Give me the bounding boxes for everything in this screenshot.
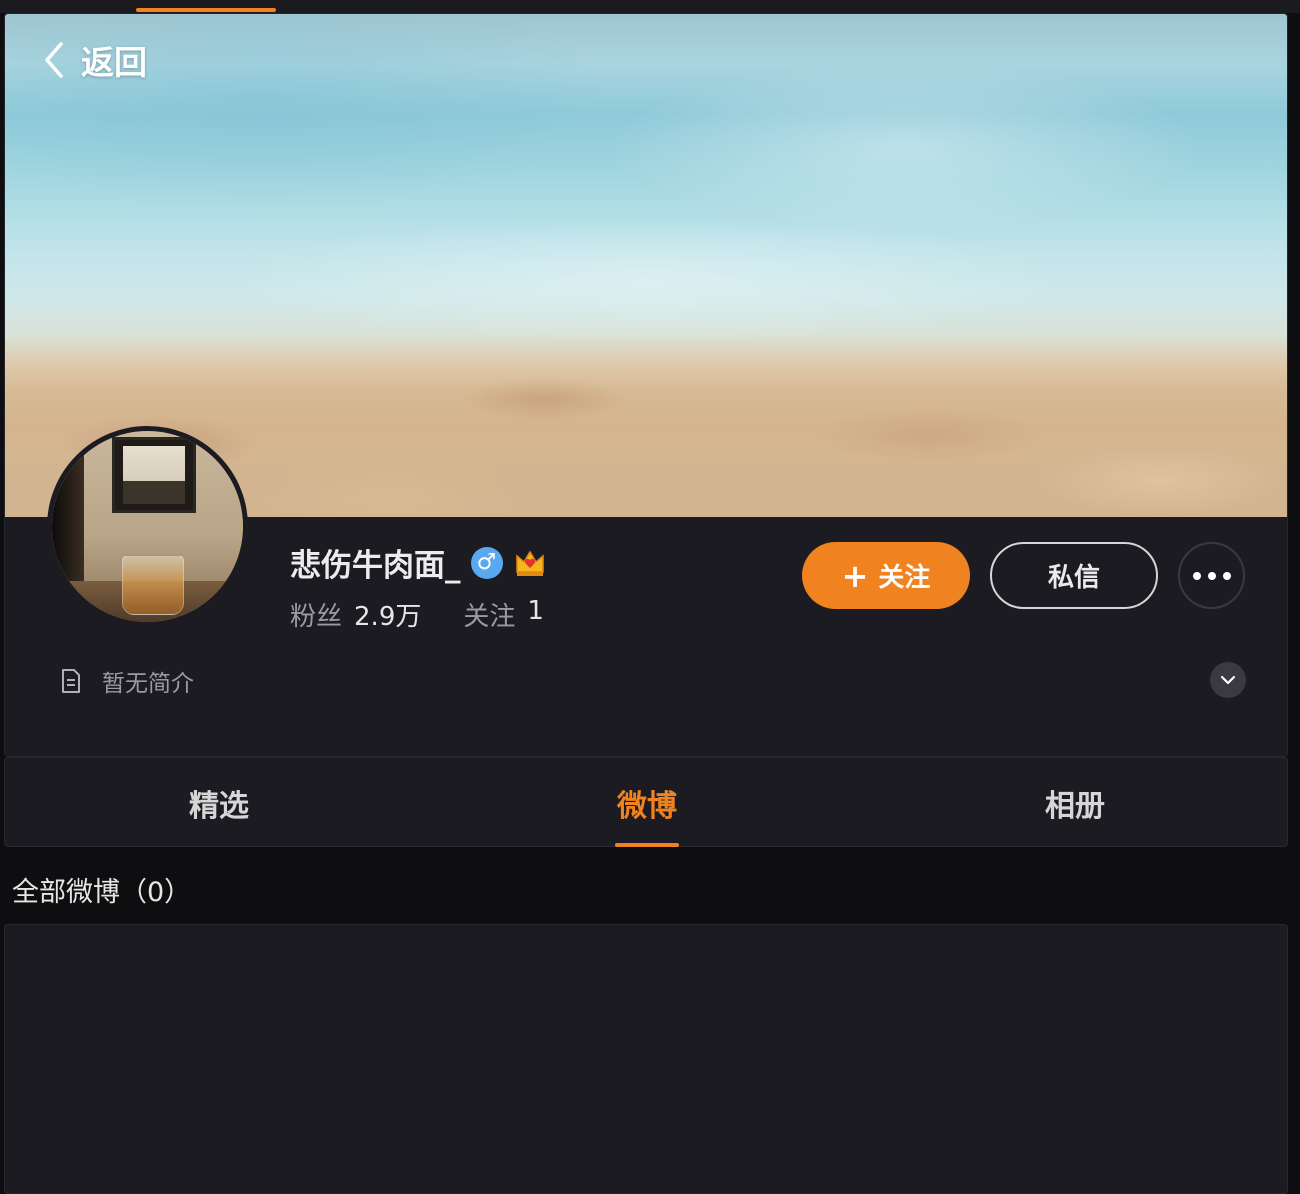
feed-panel	[4, 924, 1288, 1194]
feed-title: 全部微博（0）	[12, 877, 192, 908]
tab-album[interactable]: 相册	[861, 758, 1289, 848]
following-label: 关注	[463, 602, 516, 632]
document-icon	[62, 669, 80, 693]
chevron-left-icon	[45, 42, 63, 78]
tab-label: 微博	[617, 789, 677, 824]
avatar[interactable]	[47, 426, 248, 627]
chevron-down-icon	[1220, 675, 1236, 685]
expand-bio-button[interactable]	[1210, 662, 1246, 698]
following-stat[interactable]: 关注 1	[463, 596, 544, 633]
more-dot-icon	[1192, 571, 1201, 580]
bio-text: 暂无简介	[102, 671, 194, 697]
tab-featured[interactable]: 精选	[5, 758, 433, 848]
follow-label: 关注	[878, 563, 931, 593]
plus-icon: +	[841, 556, 869, 595]
back-button[interactable]: 返回	[41, 40, 147, 82]
active-tab-underline	[615, 843, 679, 847]
back-label: 返回	[81, 43, 147, 82]
followers-label: 粉丝	[290, 602, 343, 632]
top-tab-indicator	[136, 8, 276, 12]
follow-button[interactable]: + 关注	[802, 542, 970, 609]
avatar-poster	[123, 446, 185, 504]
followers-stat[interactable]: 粉丝 2.9万	[290, 596, 421, 633]
followers-value: 2.9万	[354, 602, 422, 632]
following-value: 1	[527, 596, 544, 626]
tab-label: 精选	[189, 789, 249, 824]
profile-card: 返回	[4, 13, 1288, 757]
bio-row: 暂无简介	[60, 664, 194, 698]
tab-weibo[interactable]: 微博	[433, 758, 861, 848]
user-name: 悲伤牛肉面_	[290, 548, 461, 584]
avatar-glass	[122, 555, 184, 615]
cover-sea	[5, 14, 1287, 346]
more-dot-icon	[1207, 571, 1216, 580]
more-dot-icon	[1222, 571, 1231, 580]
crown-icon	[515, 550, 544, 576]
top-tab-strip	[0, 0, 1300, 13]
profile-tabs: 精选 微博 相册	[4, 757, 1288, 847]
stats-row: 粉丝 2.9万 关注 1	[290, 596, 544, 633]
message-button[interactable]: 私信	[990, 542, 1158, 609]
avatar-frame	[112, 437, 196, 513]
message-label: 私信	[1047, 563, 1100, 593]
user-name-row: 悲伤牛肉面_ ♂	[290, 540, 547, 585]
male-badge-icon: ♂	[470, 546, 503, 579]
more-button[interactable]	[1178, 542, 1245, 609]
tab-label: 相册	[1045, 789, 1105, 824]
